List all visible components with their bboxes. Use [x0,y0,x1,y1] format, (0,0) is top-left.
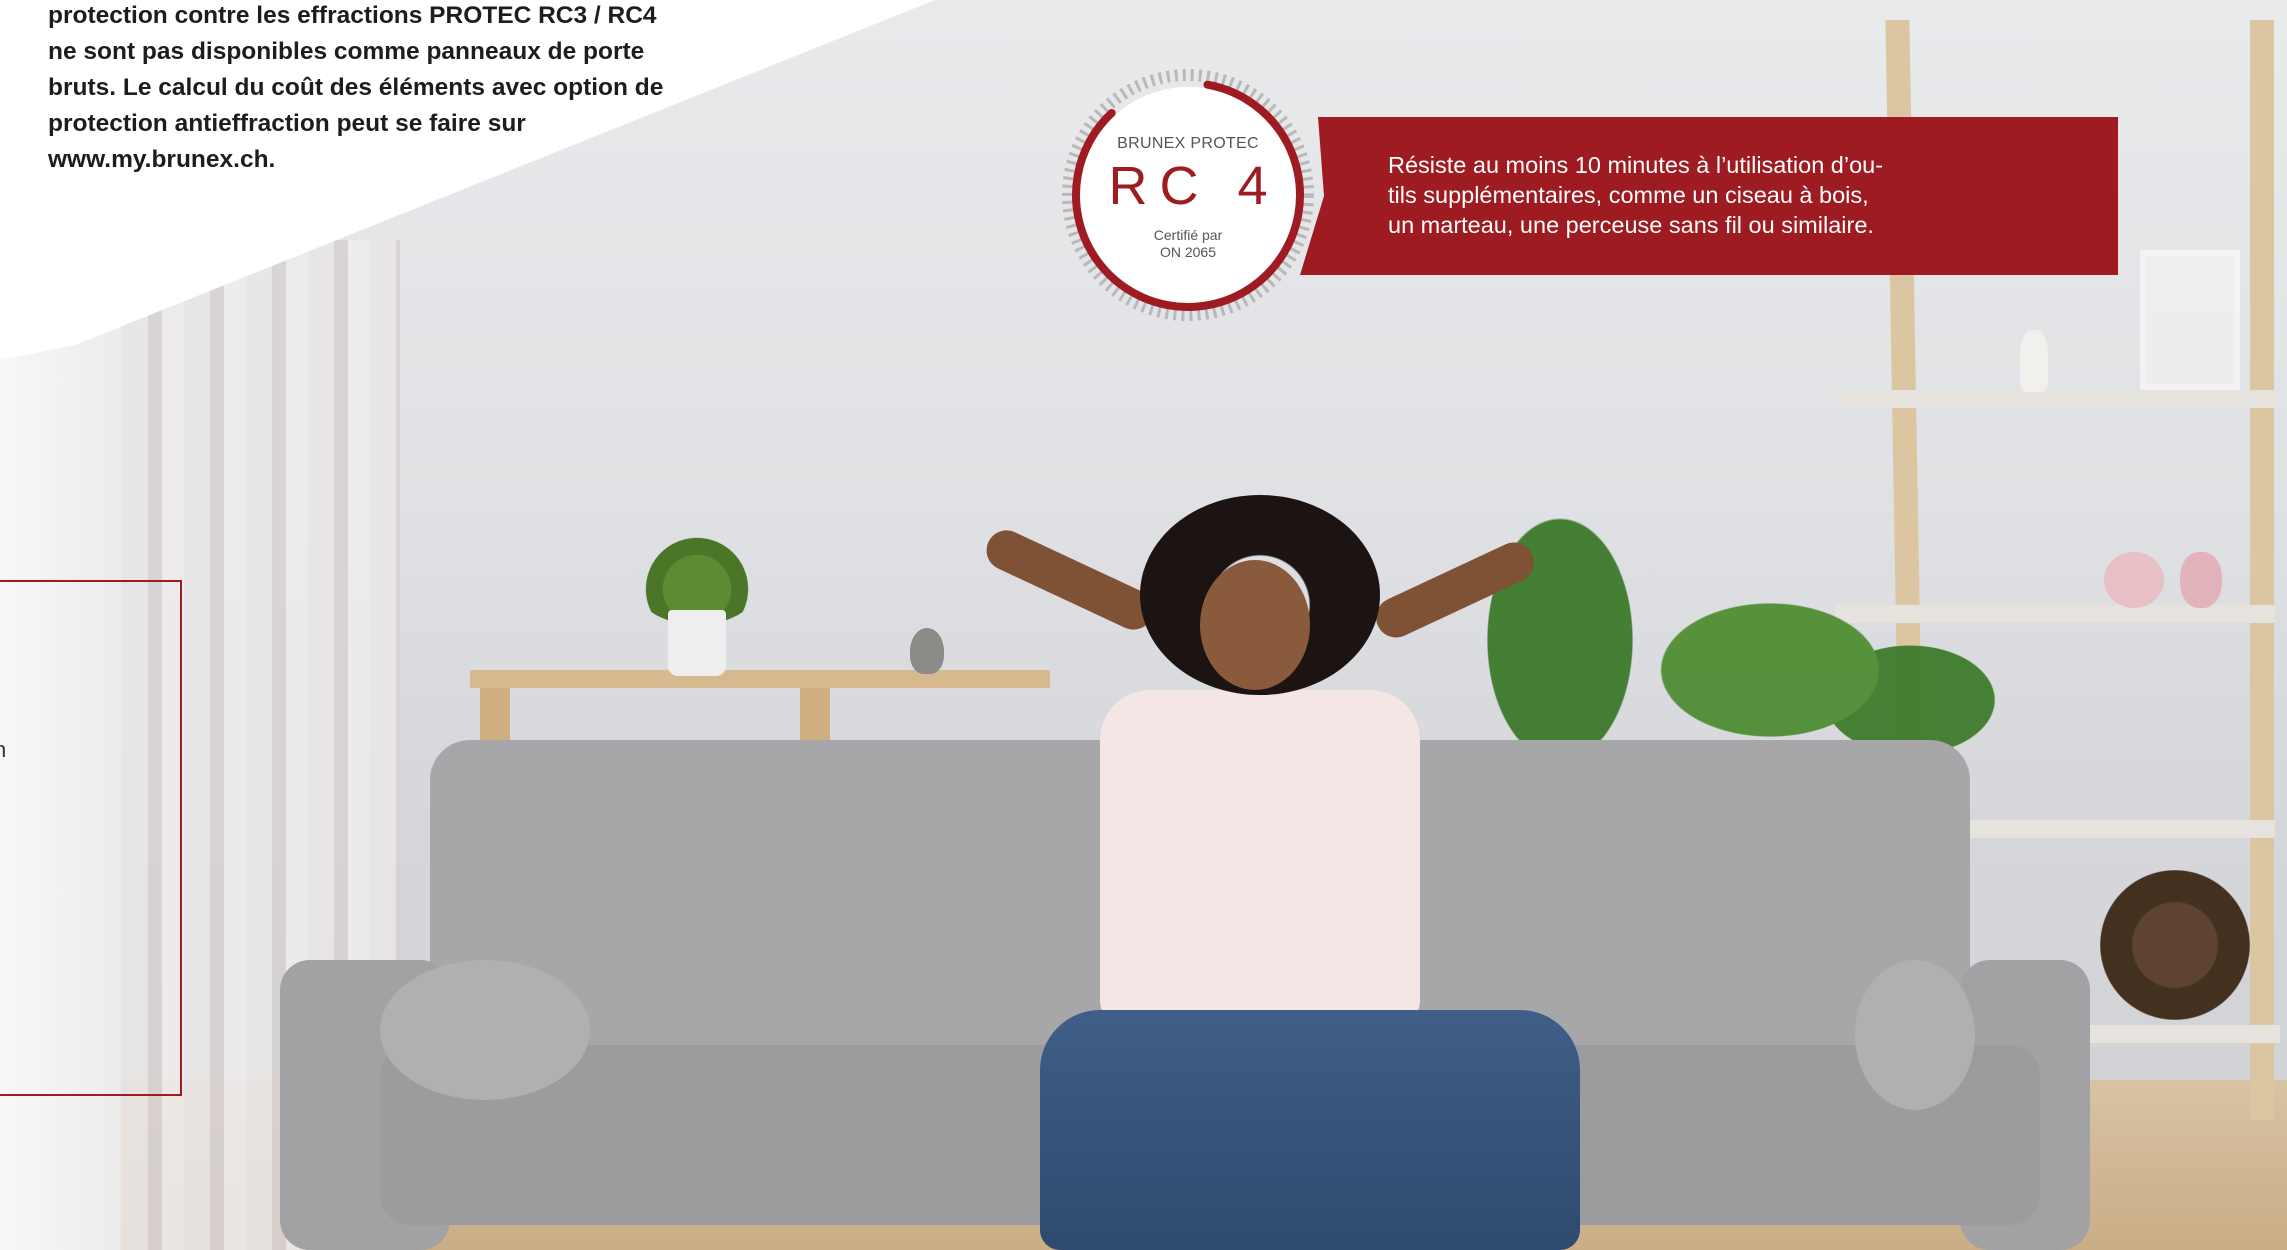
badge-level: RC 4 [1108,156,1280,216]
brochure-page: protection contre les effractions PROTEC… [0,0,2287,1250]
badge-cert-line: ON 2065 [1159,244,1217,260]
pink-vase [2104,552,2164,608]
pinecone-basket [2100,870,2250,1020]
badge-brand: BRUNEX PROTEC [1117,135,1259,152]
red-outline-box [0,580,182,1096]
badge-certification: Certifié par ON 2065 [1058,227,1318,261]
ladder-shelf-board [2080,1025,2280,1043]
bolster-pillow [380,960,590,1100]
protec-rc4-badge: BRUNEX PROTEC RC 4 Certifié par ON 2065 [1058,65,1318,325]
ladder-shelf-board [1835,390,2275,408]
plant-pot [668,610,726,676]
person-head [1200,560,1310,690]
ladder-shelf-post [2250,20,2274,1120]
bolster-pillow [1855,960,1975,1110]
info-box-text-fragment: n [0,737,7,762]
pink-vase [2180,552,2222,608]
banner-text: Résiste au moins 10 minutes à l’utilisat… [1388,152,1884,238]
badge-cert-line: Certifié par [1153,227,1223,243]
person-torso [1100,690,1420,1030]
bud-vase [2020,330,2048,392]
lantern [2140,250,2240,390]
ladder-shelf-board [1960,820,2275,838]
low-shelf [470,670,1050,688]
small-vase [910,628,944,674]
intro-paragraph: protection contre les effractions PROTEC… [48,2,664,173]
person-legs [1040,1010,1580,1250]
